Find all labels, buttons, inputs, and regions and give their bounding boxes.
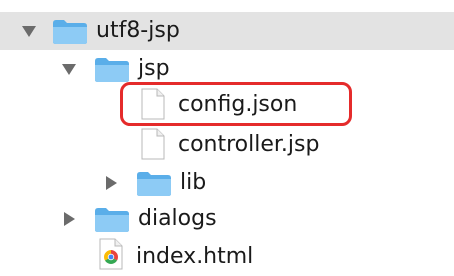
tree-item-label: lib — [180, 170, 207, 195]
folder-icon — [136, 169, 172, 197]
tree-row-index-html[interactable]: index.html — [0, 238, 454, 276]
highlight-annotation — [120, 82, 352, 126]
chrome-icon — [98, 238, 124, 270]
chevron-right-icon[interactable] — [60, 210, 78, 228]
folder-icon — [94, 205, 130, 233]
tree-item-label: index.html — [136, 244, 254, 269]
tree-item-label: jsp — [138, 56, 170, 81]
document-icon — [140, 128, 166, 160]
file-tree: utf8-jsp jsp config.json controller.jsp … — [0, 0, 454, 270]
chevron-down-icon[interactable] — [20, 22, 38, 40]
chevron-down-icon[interactable] — [60, 60, 78, 78]
tree-row-dialogs[interactable]: dialogs — [0, 200, 454, 238]
chevron-right-icon[interactable] — [102, 174, 120, 192]
tree-row-lib[interactable]: lib — [0, 164, 454, 202]
tree-item-label: utf8-jsp — [96, 18, 180, 43]
tree-row-utf8-jsp[interactable]: utf8-jsp — [0, 12, 454, 50]
folder-icon — [52, 17, 88, 45]
folder-icon — [94, 55, 130, 83]
tree-item-label: controller.jsp — [178, 132, 320, 157]
tree-row-controller-jsp[interactable]: controller.jsp — [0, 126, 454, 164]
tree-item-label: dialogs — [138, 206, 217, 231]
